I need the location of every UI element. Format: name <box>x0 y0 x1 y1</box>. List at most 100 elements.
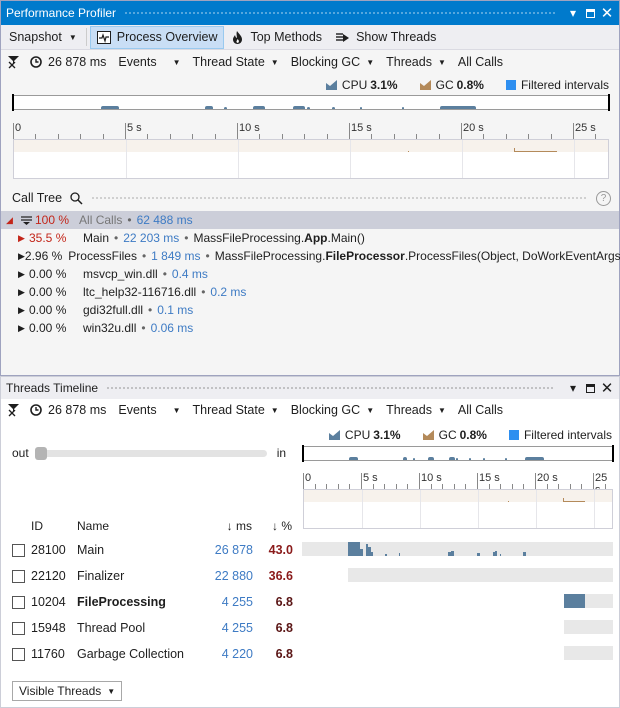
cpu-overview-strip[interactable] <box>302 445 614 462</box>
all-calls-label: All Calls <box>457 403 504 417</box>
call-tree: ◢ 100 % All Calls • 62 488 ms ▶ 35.5 % Mai… <box>1 211 620 337</box>
range-handle-right[interactable] <box>612 445 614 462</box>
collapsed-triangle-icon[interactable]: ▶ <box>18 323 29 334</box>
collapsed-triangle-icon[interactable]: ▶ <box>18 287 29 298</box>
thread-checkbox[interactable] <box>12 647 25 661</box>
visible-threads-label: Visible Threads <box>19 684 102 698</box>
drag-grip[interactable] <box>124 10 555 16</box>
call-tree-row[interactable]: ▶ 2.96 % ProcessFiles • 1 849 ms • MassFilePro… <box>1 247 620 265</box>
close-icon[interactable]: ✕ <box>600 5 614 22</box>
all-calls-filter[interactable]: All Calls <box>458 403 503 417</box>
perf-titlebar[interactable]: Performance Profiler ▾ ✕ <box>1 1 619 25</box>
cpu-usage-mark <box>500 554 501 556</box>
thread-checkbox[interactable] <box>12 595 25 609</box>
thread-row[interactable]: 28100 Main 26 878 43.0 <box>0 539 300 561</box>
threads-titlebar[interactable]: Threads Timeline ▾ ✕ <box>1 377 619 399</box>
thread-lane[interactable] <box>348 568 613 582</box>
help-icon[interactable]: ? <box>596 190 611 206</box>
thread-row[interactable]: 15948 Thread Pool 4 255 6.8 <box>0 617 300 639</box>
separator-dot: • <box>141 321 146 335</box>
close-icon[interactable]: ✕ <box>600 380 614 397</box>
blocking-gc-dropdown[interactable]: Blocking GC ▼ <box>291 403 374 417</box>
legend-filtered-label: Filtered intervals <box>523 428 612 442</box>
show-threads-button[interactable]: Show Threads <box>330 26 442 49</box>
thread-row[interactable]: 10204 FileProcessing 4 255 6.8 <box>0 591 300 613</box>
col-ms[interactable]: ↓ ms <box>227 519 252 533</box>
panel-menu-icon[interactable]: ▾ <box>566 381 580 395</box>
ruler-label: 25 s <box>575 122 596 134</box>
zoom-out-label[interactable]: out <box>12 446 29 460</box>
collapsed-triangle-icon[interactable]: ▶ <box>18 269 29 280</box>
thread-lane[interactable] <box>564 620 613 634</box>
thread-row[interactable]: 22120 Finalizer 22 880 36.6 <box>0 565 300 587</box>
ruler-label: 5 s <box>363 472 378 484</box>
cpu-overview-strip[interactable] <box>12 94 610 111</box>
maximize-icon[interactable] <box>583 6 597 20</box>
thread-row[interactable]: 11760 Garbage Collection 4 220 6.8 <box>0 643 300 665</box>
col-id[interactable]: ID <box>31 519 43 533</box>
legend-gc[interactable]: GC 0.8% <box>419 78 484 92</box>
threads-legend: CPU 3.1% GC 0.8% Filtered intervals <box>307 428 612 442</box>
process-overview-button[interactable]: Process Overview <box>89 25 225 49</box>
thread-lane[interactable] <box>302 542 613 556</box>
events-dropdown[interactable]: Events ▼ <box>118 55 180 69</box>
zoom-in-label[interactable]: in <box>277 446 286 460</box>
clear-filter-button[interactable] <box>7 403 20 417</box>
legend-filtered[interactable]: Filtered intervals <box>505 78 609 92</box>
thread-checkbox[interactable] <box>12 569 25 583</box>
search-icon[interactable] <box>70 191 83 205</box>
threads-arrow-icon <box>336 32 350 43</box>
thread-checkbox[interactable] <box>12 621 25 635</box>
zoom-slider[interactable] <box>34 446 267 460</box>
snapshot-dropdown[interactable]: Snapshot ▼ <box>3 26 83 49</box>
legend-gc[interactable]: GC 0.8% <box>422 428 487 442</box>
events-dropdown[interactable]: Events ▼ <box>118 403 180 417</box>
call-tree-row[interactable]: ▶ 0.00 % ltc_help32-116716.dll • 0.2 ms <box>1 283 619 301</box>
cpu-usage-mark <box>370 552 373 556</box>
blocking-gc-dropdown[interactable]: Blocking GC ▼ <box>291 55 374 69</box>
maximize-icon[interactable] <box>583 381 597 395</box>
threads-filterbar: 26 878 ms Events ▼ Thread State ▼ Blocki… <box>1 399 619 421</box>
range-handle-right[interactable] <box>608 94 610 111</box>
call-tree-row[interactable]: ▶ 0.00 % gdi32full.dll • 0.1 ms <box>1 301 619 319</box>
legend-filtered[interactable]: Filtered intervals <box>508 428 612 442</box>
zoom-slider-thumb[interactable] <box>34 446 47 460</box>
process-overview-label: Process Overview <box>116 30 218 44</box>
thread-checkbox[interactable] <box>12 543 25 557</box>
gc-mark <box>514 148 515 151</box>
call-tree-root-row[interactable]: ◢ 100 % All Calls • 62 488 ms <box>1 211 619 229</box>
cpu-usage-mark <box>564 594 585 608</box>
threads-dropdown[interactable]: Threads ▼ <box>386 403 446 417</box>
threads-dropdown[interactable]: Threads ▼ <box>386 55 446 69</box>
collapsed-triangle-icon[interactable]: ▶ <box>18 305 29 316</box>
visible-threads-dropdown[interactable]: Visible Threads ▼ <box>12 681 123 701</box>
call-tree-row[interactable]: ▶ 0.00 % win32u.dll • 0.06 ms <box>1 319 619 337</box>
root-percent: 100 % <box>35 213 70 227</box>
cpu-usage-mark <box>451 551 454 556</box>
cpu-activity-mark <box>349 457 358 460</box>
collapsed-triangle-icon[interactable]: ▶ <box>18 233 29 244</box>
legend-cpu[interactable]: CPU 3.1% <box>325 78 398 92</box>
call-tree-row[interactable]: ▶ 0.00 % msvcp_win.dll • 0.4 ms <box>1 265 619 283</box>
top-methods-button[interactable]: Top Methods <box>226 26 328 49</box>
clock-icon <box>30 56 42 68</box>
collapsed-triangle-icon[interactable]: ▶ <box>18 251 25 262</box>
range-handle-left[interactable] <box>302 445 304 462</box>
duration-value: 26 878 ms <box>48 55 107 69</box>
clear-filter-button[interactable] <box>7 55 20 69</box>
thread-state-dropdown[interactable]: Thread State ▼ <box>193 55 279 69</box>
range-handle-left[interactable] <box>12 94 14 111</box>
all-calls-filter[interactable]: All Calls <box>458 55 503 69</box>
legend-filtered-label: Filtered intervals <box>520 78 609 92</box>
thread-lane[interactable] <box>564 594 613 608</box>
grid-line <box>536 490 537 528</box>
call-tree-row[interactable]: ▶ 35.5 % Main • 22 203 ms • MassFileProcessing… <box>1 229 619 247</box>
panel-menu-icon[interactable]: ▾ <box>566 6 580 20</box>
col-name[interactable]: Name <box>77 519 109 533</box>
expanded-triangle-icon[interactable]: ◢ <box>6 215 17 226</box>
legend-cpu[interactable]: CPU 3.1% <box>328 428 401 442</box>
thread-state-dropdown[interactable]: Thread State ▼ <box>193 403 279 417</box>
col-pct[interactable]: ↓ % <box>272 519 292 533</box>
thread-lane[interactable] <box>564 646 613 660</box>
drag-grip[interactable] <box>106 385 555 391</box>
